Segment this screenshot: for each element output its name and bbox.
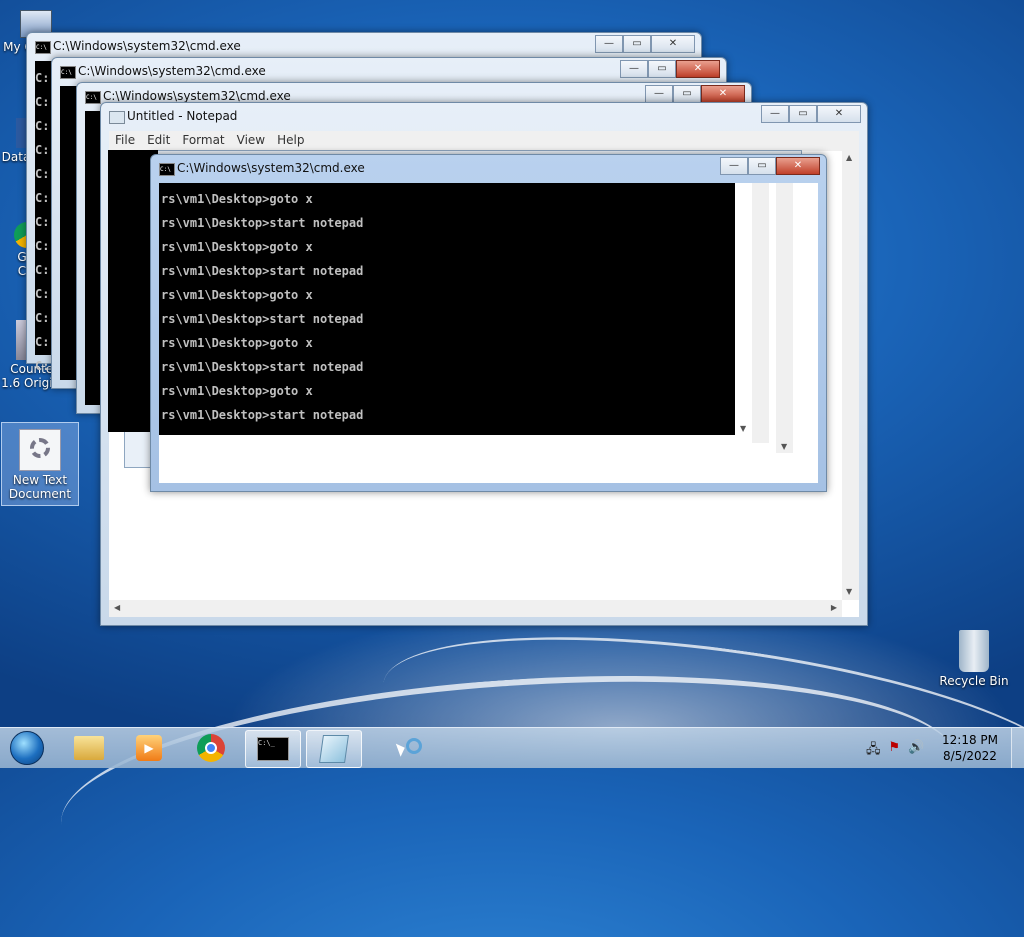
desktop-icon-label: New Text Document (8, 473, 72, 501)
cmd-icon: C:\ (159, 163, 175, 176)
taskbar: ▶ C:\_ 🖧 ⚑ 🔊 12:18 PM 8/5/2022 (0, 727, 1024, 768)
chrome-icon (197, 734, 225, 762)
console-line: rs\vm1\Desktop>goto x (161, 192, 313, 206)
console-line: rs\vm1\Desktop>start notepad (161, 408, 364, 422)
menu-view[interactable]: View (231, 131, 271, 151)
maximize-button[interactable]: ▭ (789, 105, 817, 123)
menu-help[interactable]: Help (271, 131, 310, 151)
maximize-button[interactable]: ▭ (673, 85, 701, 103)
notepad-icon (319, 735, 349, 763)
maximize-button[interactable]: ▭ (648, 60, 676, 78)
maximize-button[interactable]: ▭ (748, 157, 776, 175)
minimize-button[interactable]: — (620, 60, 648, 78)
console-line: rs\vm1\Desktop>goto x (161, 384, 313, 398)
console-line: rs\vm1\Desktop>start notepad (161, 360, 364, 374)
horizontal-scrollbar[interactable]: ◀ ▶ (109, 600, 842, 617)
title-bar[interactable]: C:\ C:\Windows\system32\cmd.exe — ▭ ✕ (27, 33, 701, 59)
title-bar[interactable]: C:\ C:\Windows\system32\cmd.exe — ▭ ✕ (52, 58, 726, 84)
window-title: C:\Windows\system32\cmd.exe (177, 161, 365, 175)
volume-icon[interactable]: 🔊 (908, 740, 924, 762)
console-frame-bottom (159, 435, 818, 483)
console-area[interactable]: rs\vm1\Desktop>goto x rs\vm1\Desktop>star… (159, 183, 752, 435)
menu-file[interactable]: File (109, 131, 141, 151)
close-button[interactable]: ✕ (676, 60, 720, 78)
menu-bar: File Edit Format View Help (109, 131, 859, 151)
maximize-button[interactable]: ▭ (623, 35, 651, 53)
start-orb-icon (10, 731, 44, 765)
menu-edit[interactable]: Edit (141, 131, 176, 151)
media-player-icon: ▶ (136, 735, 162, 761)
show-desktop-button[interactable] (1011, 728, 1024, 768)
cmd-icon: C:\_ (257, 737, 289, 761)
close-button[interactable]: ✕ (776, 157, 820, 175)
desktop-icon-recycle-bin[interactable]: Recycle Bin (938, 630, 1010, 688)
console-line: rs\vm1\Desktop>goto x (161, 240, 313, 254)
desktop-icon-label: Recycle Bin (939, 674, 1009, 688)
vertical-scrollbar[interactable]: ▼ ▲ (842, 151, 859, 600)
console-line: rs\vm1\Desktop>goto x (161, 336, 313, 350)
minimize-button[interactable]: — (761, 105, 789, 123)
cmd-icon: C:\ (85, 91, 101, 104)
taskbar-explorer[interactable] (62, 730, 116, 766)
title-bar[interactable]: C:\ C:\Windows\system32\cmd.exe — ▭ ✕ (151, 155, 826, 181)
close-button[interactable]: ✕ (651, 35, 695, 53)
notepad-icon (109, 111, 125, 124)
taskbar-chrome[interactable] (184, 730, 238, 766)
console-frame-right: ▼ (752, 183, 818, 453)
system-tray: 🖧 ⚑ 🔊 (866, 740, 924, 762)
minimize-button[interactable]: — (595, 35, 623, 53)
clock-time: 12:18 PM (942, 733, 998, 747)
menu-format[interactable]: Format (176, 131, 230, 151)
busy-cursor-icon (395, 736, 426, 764)
clock-date: 8/5/2022 (943, 749, 997, 763)
text-document-icon (19, 429, 61, 471)
window-title: C:\Windows\system32\cmd.exe (103, 89, 291, 103)
network-icon[interactable]: 🖧 (866, 740, 881, 762)
vertical-scrollbar[interactable]: ▼ (735, 183, 752, 435)
taskbar-notepad[interactable] (306, 730, 362, 768)
window-title: Untitled - Notepad (127, 109, 238, 123)
console-line: rs\vm1\Desktop>start notepad (161, 264, 364, 278)
taskbar-cmd[interactable]: C:\_ (245, 730, 301, 768)
taskbar-media-player[interactable]: ▶ (122, 730, 176, 766)
console-line: rs\vm1\Desktop>start notepad (161, 312, 364, 326)
console-line: rs\vm1\Desktop>goto x (161, 288, 313, 302)
cmd-icon: C:\ (60, 66, 76, 79)
close-button[interactable]: ✕ (701, 85, 745, 103)
title-bar[interactable]: Untitled - Notepad — ▭ ✕ (101, 103, 867, 129)
explorer-icon (74, 736, 104, 760)
window-title: C:\Windows\system32\cmd.exe (53, 39, 241, 53)
window-title: C:\Windows\system32\cmd.exe (78, 64, 266, 78)
clock[interactable]: 12:18 PM 8/5/2022 (942, 732, 998, 764)
minimize-button[interactable]: — (720, 157, 748, 175)
console-output: rs\vm1\Desktop>goto x rs\vm1\Desktop>star… (159, 183, 752, 427)
start-button[interactable] (0, 730, 54, 766)
recycle-bin-icon (959, 630, 989, 672)
desktop-icon-new-text-document[interactable]: New Text Document (1, 422, 79, 506)
close-button[interactable]: ✕ (817, 105, 861, 123)
cmd-window-active[interactable]: C:\ C:\Windows\system32\cmd.exe — ▭ ✕ rs\v… (150, 154, 827, 492)
cmd-icon: C:\ (35, 41, 51, 54)
minimize-button[interactable]: — (645, 85, 673, 103)
action-center-flag-icon[interactable]: ⚑ (889, 740, 901, 762)
console-line: rs\vm1\Desktop>start notepad (161, 216, 364, 230)
